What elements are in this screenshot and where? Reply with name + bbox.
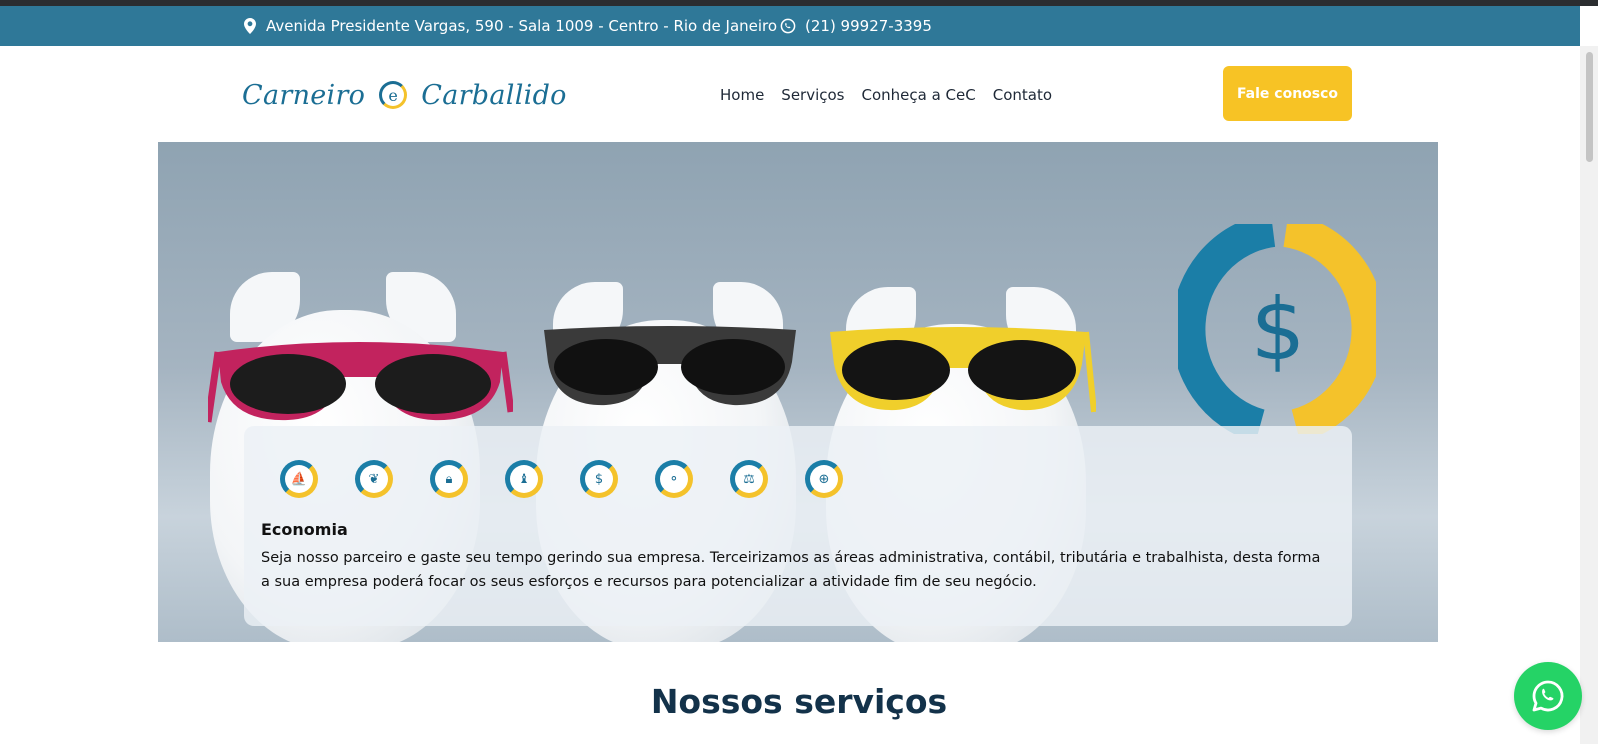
nav-servicos[interactable]: Serviços	[781, 86, 844, 104]
whatsapp-float-button[interactable]	[1514, 662, 1582, 730]
scrollbar-thumb[interactable]	[1586, 52, 1593, 162]
nav-conheca[interactable]: Conheça a CeC	[862, 86, 976, 104]
fale-conosco-button[interactable]: Fale conosco	[1223, 66, 1352, 121]
dollar-coin-icon: $	[1178, 224, 1376, 434]
service-title: Economia	[261, 520, 348, 539]
info-icon[interactable]: ♝	[505, 460, 543, 498]
logo-e-mark: e	[379, 81, 408, 109]
address-text: Avenida Presidente Vargas, 590 - Sala 10…	[266, 17, 778, 35]
scales-icon[interactable]: ⚖	[730, 460, 768, 498]
logo-text-carballido: Carballido	[421, 79, 567, 111]
service-info-panel: ⛵ ❦ 🔒︎ ♝ $ ⚬ ⚖ ⊕ Economia Seja nosso par…	[244, 426, 1352, 626]
nav-home[interactable]: Home	[720, 86, 764, 104]
logo-text-carneiro: Carneiro	[242, 79, 366, 111]
location-pin-icon	[244, 18, 256, 34]
hero-banner: $ ⛵ ❦ 🔒︎ ♝ $ ⚬ ⚖ ⊕ Economia Seja nosso p…	[158, 142, 1438, 642]
dollar-icon[interactable]: $	[580, 460, 618, 498]
phone[interactable]: (21) 99927-3395	[780, 17, 932, 35]
service-description: Seja nosso parceiro e gaste seu tempo ge…	[261, 550, 1321, 590]
globe-icon[interactable]: ⊕	[805, 460, 843, 498]
main-nav: Home Serviços Conheça a CeC Contato	[720, 86, 1052, 104]
site-header: Carneiro e Carballido Home Serviços Conh…	[0, 46, 1580, 142]
service-icon-row: ⛵ ❦ 🔒︎ ♝ $ ⚬ ⚖ ⊕	[280, 460, 843, 498]
whatsapp-icon	[1532, 680, 1564, 712]
network-icon[interactable]: ⚬	[655, 460, 693, 498]
leaf-icon[interactable]: ❦	[355, 460, 393, 498]
nav-contato[interactable]: Contato	[993, 86, 1052, 104]
lock-icon[interactable]: 🔒︎	[430, 460, 468, 498]
section-title-nossos-servicos: Nossos serviços	[650, 682, 948, 721]
boat-icon[interactable]: ⛵	[280, 460, 318, 498]
svg-text:$: $	[1251, 280, 1306, 380]
phone-text: (21) 99927-3395	[805, 17, 932, 35]
page-scrollbar[interactable]	[1580, 46, 1598, 744]
contact-topbar: Avenida Presidente Vargas, 590 - Sala 10…	[0, 6, 1580, 46]
company-logo[interactable]: Carneiro e Carballido	[242, 76, 567, 114]
whatsapp-small-icon	[780, 18, 796, 34]
address: Avenida Presidente Vargas, 590 - Sala 10…	[244, 17, 777, 35]
